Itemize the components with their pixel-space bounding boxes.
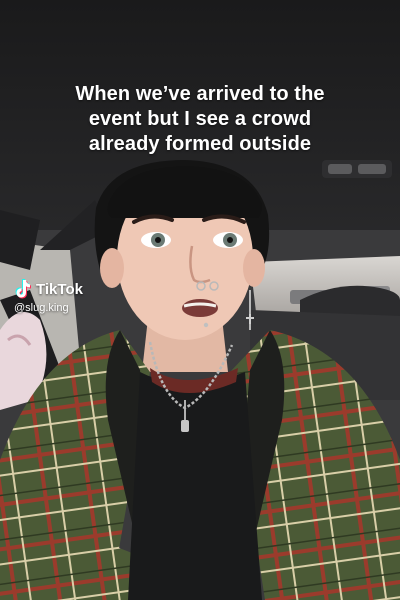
- tiktok-logo-icon: [15, 279, 31, 299]
- tiktok-brand-text: TikTok: [36, 280, 83, 298]
- creator-handle: @slug.king: [14, 302, 69, 314]
- caption-line: event but I see a crowd: [88, 108, 312, 130]
- caption-line: When we’ve arrived to the: [75, 83, 325, 105]
- tiktok-watermark: TikTok @slug.king: [12, 278, 83, 314]
- video-frame: When we’ve arrived to the event but I se…: [0, 0, 400, 600]
- caption-line: already formed outside: [88, 133, 312, 155]
- video-caption: When we’ve arrived to the event but I se…: [24, 82, 376, 157]
